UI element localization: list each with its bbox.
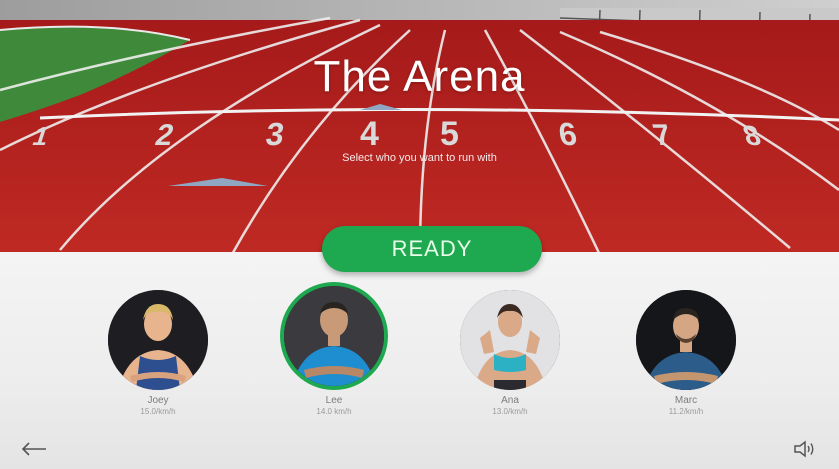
page-subtitle: Select who you want to run with — [342, 152, 497, 164]
speaker-icon — [794, 440, 814, 458]
lane-number-8: 8 — [739, 121, 765, 152]
avatar[interactable] — [108, 290, 208, 390]
runner-card-lee[interactable]: Lee 14.0 km/h — [264, 282, 404, 416]
runner-pace: 15.0/km/h — [140, 407, 176, 416]
runner-name: Joey — [147, 395, 169, 406]
page-title: The Arena — [313, 52, 526, 101]
lane-number-7: 7 — [650, 118, 675, 151]
lane-number-1: 1 — [29, 122, 53, 151]
lane-numbers: 1 2 3 4 5 6 7 8 — [29, 115, 765, 153]
arrow-left-icon — [21, 442, 46, 456]
runner-pace: 11.2/km/h — [668, 407, 704, 416]
runner-name: Marc — [674, 395, 698, 406]
lane-number-3: 3 — [264, 116, 287, 152]
avatar[interactable] — [636, 290, 736, 390]
runner-pace: 13.0/km/h — [492, 407, 528, 416]
runner-pace: 14.0 km/h — [316, 407, 352, 416]
runner-card-marc[interactable]: Marc 11.2/km/h — [616, 290, 756, 416]
avatar[interactable] — [460, 290, 560, 390]
ready-button[interactable]: READY — [322, 226, 542, 272]
runner-photo — [636, 290, 736, 390]
avatar-selected[interactable] — [280, 282, 388, 390]
lane-number-4: 4 — [360, 115, 379, 153]
runner-name: Ana — [501, 395, 519, 406]
lane-number-5: 5 — [440, 115, 459, 153]
lane-number-6: 6 — [556, 116, 579, 152]
sound-button[interactable] — [790, 437, 820, 461]
running-track-background: 1 2 3 4 5 6 7 8 The Arena Select who you… — [0, 0, 839, 260]
runner-photo — [460, 290, 560, 390]
runner-photo — [284, 286, 384, 386]
runner-card-joey[interactable]: Joey 15.0/km/h — [88, 290, 228, 416]
runner-name: Lee — [325, 395, 343, 406]
runner-card-ana[interactable]: Ana 13.0/km/h — [440, 290, 580, 416]
runner-photo — [108, 290, 208, 390]
back-button[interactable] — [18, 437, 50, 461]
arena-screen: 1 2 3 4 5 6 7 8 The Arena Select who you… — [0, 0, 839, 469]
lane-number-2: 2 — [152, 118, 177, 151]
